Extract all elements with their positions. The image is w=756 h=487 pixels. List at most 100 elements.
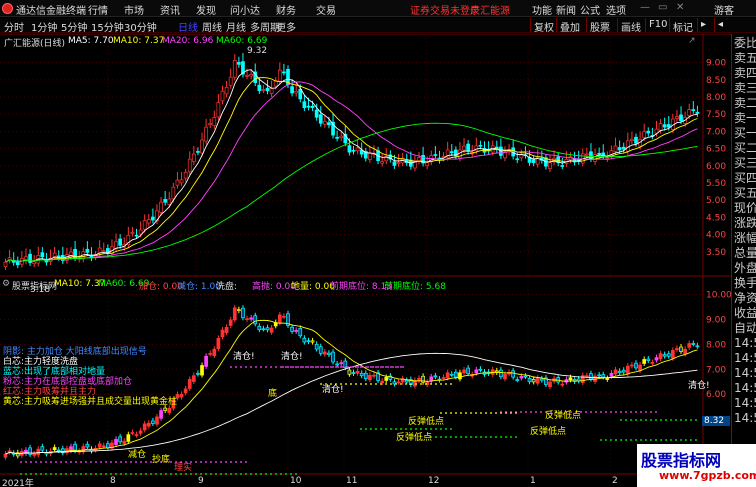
- sub-candle: [212, 348, 217, 356]
- sub-candle: [654, 357, 659, 361]
- candle: [327, 122, 331, 126]
- sub-candle: [609, 372, 614, 377]
- sub-candle: [454, 371, 458, 378]
- candle: [380, 161, 385, 164]
- candle: [687, 109, 692, 116]
- menu-jiaoyi[interactable]: 交易: [316, 2, 336, 17]
- menu-gongneng[interactable]: 功能: [532, 2, 552, 17]
- candle: [175, 179, 180, 186]
- menu-xinwen[interactable]: 新闻: [556, 2, 576, 17]
- candle: [204, 126, 208, 142]
- quote-label-23: 14:50: [734, 381, 756, 395]
- period-30min[interactable]: 30分钟: [124, 19, 157, 34]
- restore-icon[interactable]: ▭: [658, 2, 667, 13]
- menu-zixun[interactable]: 资讯: [160, 2, 180, 17]
- sub-candle: [294, 329, 299, 332]
- fantan-label-4: 反弹低点: [530, 427, 567, 437]
- candle: [191, 153, 196, 162]
- minimize-icon[interactable]: —: [640, 2, 650, 13]
- period-5min[interactable]: 5分钟: [61, 19, 87, 34]
- quote-label-22: 14:50: [734, 366, 756, 380]
- ma5-line: [5, 69, 698, 263]
- candle: [228, 76, 233, 86]
- sub-candle: [605, 378, 610, 380]
- candle: [114, 241, 118, 249]
- indicator-title: 股票指标网: [12, 282, 58, 292]
- candle: [163, 199, 168, 203]
- ma10-legend: MA10: 7.37: [113, 36, 165, 46]
- menu-shichang[interactable]: 市场: [124, 2, 144, 17]
- chart-settings-icon[interactable]: ↗: [688, 36, 696, 46]
- period-weekly[interactable]: 周线: [202, 19, 222, 34]
- candle: [40, 252, 45, 258]
- menu-faxian[interactable]: 发现: [196, 2, 216, 17]
- candle: [347, 145, 352, 153]
- kline-main-chart[interactable]: 9.00 8.50 8.00 7.50 7.00 6.50 6.00 5.50 5.00 4.50…: [0, 34, 731, 277]
- candle: [249, 73, 253, 77]
- sub-candle: [462, 369, 466, 374]
- stock-name-top: 广汇能源: [470, 6, 510, 17]
- candle: [134, 234, 139, 237]
- x-label-12: 12: [428, 476, 440, 486]
- sub-candle: [52, 447, 57, 451]
- candle: [314, 109, 319, 118]
- sub-candle: [138, 430, 143, 434]
- period-15min[interactable]: 15分钟: [91, 19, 124, 34]
- candle: [425, 162, 430, 167]
- sub-candle: [646, 358, 651, 361]
- menu-wenxiaoda[interactable]: 问小达: [230, 2, 260, 17]
- sub-candle: [404, 380, 409, 383]
- candle: [3, 261, 8, 267]
- sub-candle: [241, 307, 245, 319]
- sub-candle: [118, 436, 122, 443]
- note-lanxin: 蓝芯:出现了底部相对地量: [3, 367, 106, 377]
- main-ytick: 4.50: [706, 213, 726, 223]
- sub-candle: [695, 345, 700, 348]
- candle: [593, 154, 597, 162]
- sub-candle: [474, 369, 479, 374]
- huaxian-button[interactable]: 画线: [617, 18, 644, 34]
- candle: [613, 145, 618, 152]
- period-daily[interactable]: 日线: [178, 19, 198, 34]
- sub-candle: [191, 375, 196, 382]
- sub-candle: [282, 315, 286, 318]
- indicator-sub-chart[interactable]: 10.00 9.00 8.00 7.00 6.00: [0, 277, 731, 475]
- fuquan-button[interactable]: 复权: [530, 18, 557, 34]
- period-fenshi[interactable]: 分时: [4, 19, 24, 34]
- menu-hangqing[interactable]: 行情: [88, 2, 108, 17]
- close-icon[interactable]: ✕: [676, 2, 684, 13]
- guest-label[interactable]: 游客: [714, 2, 734, 17]
- candle: [52, 252, 57, 257]
- sub-candle: [396, 381, 401, 384]
- sub-candle: [146, 422, 151, 427]
- menu-xuanxiang[interactable]: 选项: [606, 2, 626, 17]
- sub-candle: [539, 378, 544, 381]
- candle: [658, 123, 663, 131]
- diejia-button[interactable]: 叠加: [556, 18, 583, 34]
- backward-icon[interactable]: ◂: [714, 18, 726, 32]
- x-label-9: 9: [198, 476, 204, 486]
- ma20-legend: MA20: 6.96: [162, 36, 214, 46]
- f10-button[interactable]: F10: [645, 18, 670, 32]
- period-more[interactable]: 更多: [276, 19, 296, 34]
- candle: [503, 151, 507, 159]
- period-monthly[interactable]: 月线: [226, 19, 246, 34]
- quote-label-25: 14:50: [734, 411, 756, 425]
- menu-caiwu[interactable]: 财务: [276, 2, 296, 17]
- sub-candle: [478, 368, 483, 371]
- menu-gongshi[interactable]: 公式: [580, 2, 600, 17]
- candle: [118, 238, 122, 246]
- candle: [617, 147, 622, 151]
- sub-candle: [466, 367, 470, 375]
- sub-candle: [122, 440, 127, 444]
- quote-label-10: 买五: [734, 186, 756, 200]
- sub-candle: [568, 377, 573, 381]
- sub-candle: [155, 416, 159, 425]
- forward-icon[interactable]: ▸: [697, 18, 709, 32]
- indicator-settings-icon[interactable]: ⚙: [2, 279, 10, 289]
- gupiao-button[interactable]: 股票: [586, 18, 613, 34]
- period-1min[interactable]: 1分钟: [31, 19, 57, 34]
- candle: [237, 62, 241, 65]
- sub-qiandi2: 前期底位: 5.68: [384, 282, 446, 292]
- biaoji-button[interactable]: 标记: [669, 18, 696, 34]
